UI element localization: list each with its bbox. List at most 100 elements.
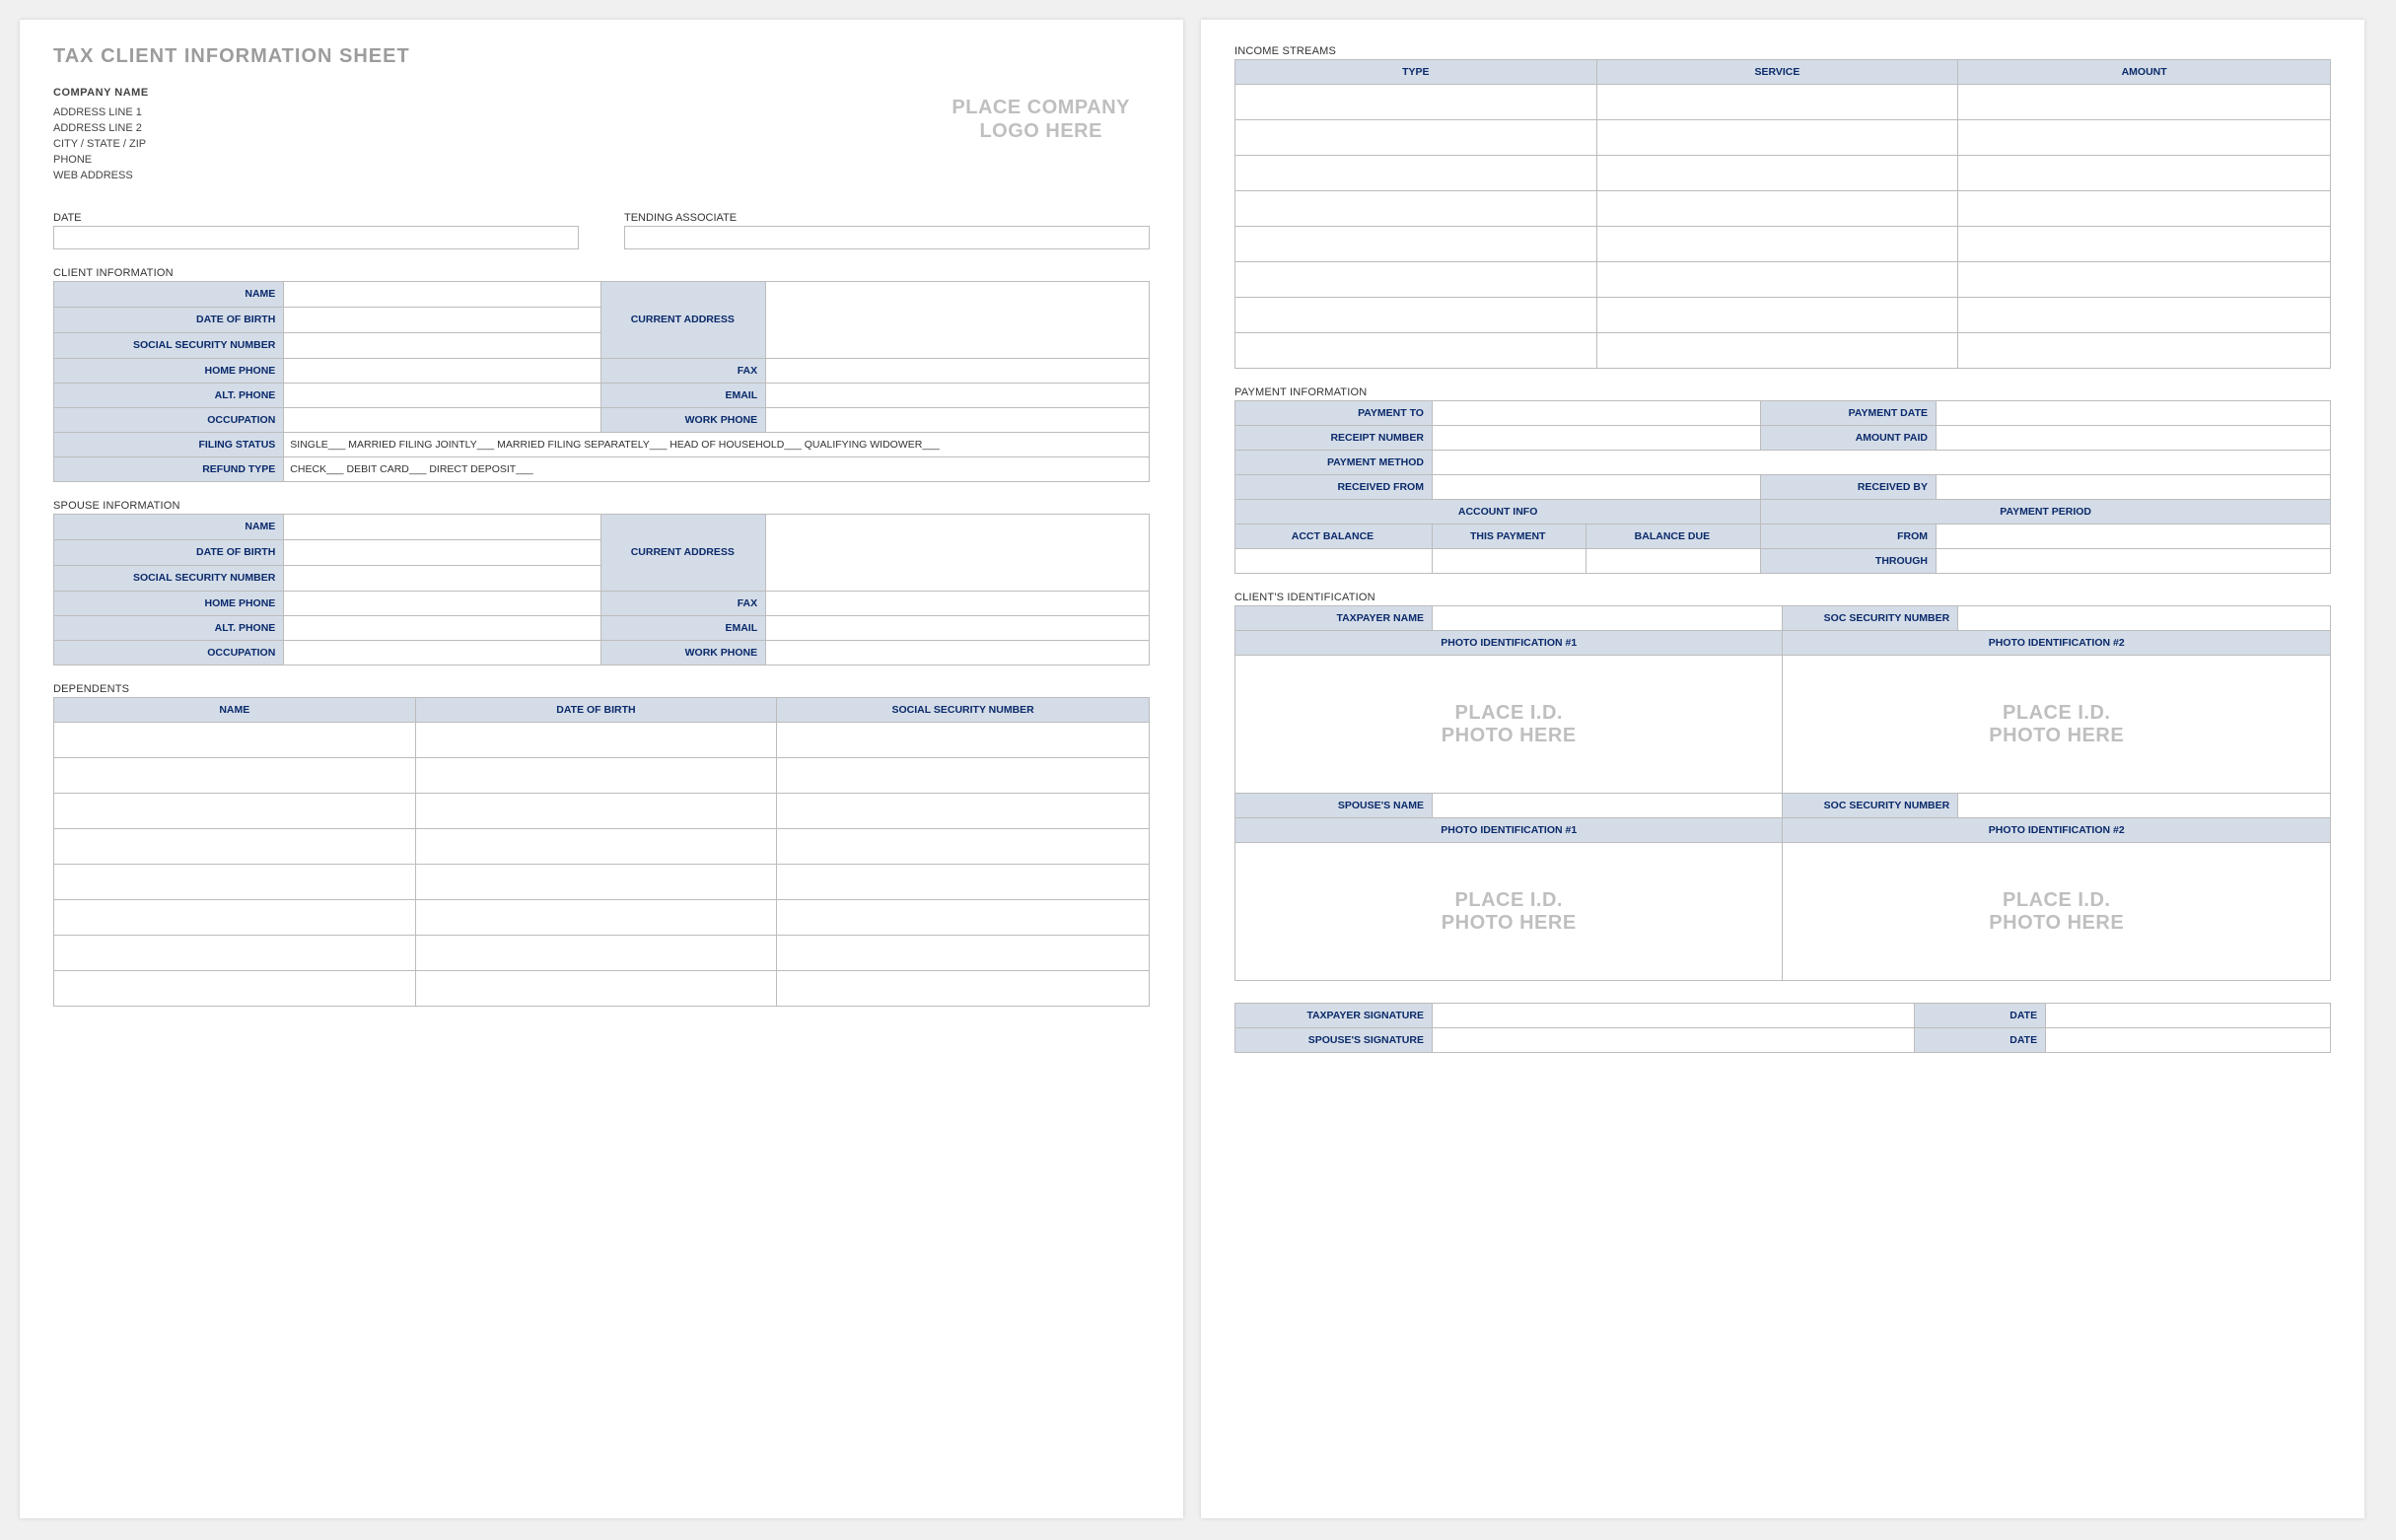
table-row xyxy=(54,757,1150,793)
taxpayer-name-input[interactable] xyxy=(1432,606,1783,631)
company-addr2: ADDRESS LINE 2 xyxy=(53,121,149,137)
filing-status-options[interactable]: SINGLE___ MARRIED FILING JOINTLY___ MARR… xyxy=(284,432,1150,456)
section-client-id: CLIENT'S IDENTIFICATION xyxy=(1234,592,2331,603)
spouse-fax-input[interactable] xyxy=(766,591,1150,615)
taxpayer-sig-date-input[interactable] xyxy=(2046,1004,2331,1028)
client-fax-label: FAX xyxy=(601,358,766,383)
refund-type-options[interactable]: CHECK___ DEBIT CARD___ DIRECT DEPOSIT___ xyxy=(284,456,1150,481)
received-by-input[interactable] xyxy=(1937,475,2331,500)
spouse-photo-id-2-placeholder[interactable]: PLACE I.D. PHOTO HERE xyxy=(1783,843,2331,981)
spouses-sig-date-label: DATE xyxy=(1914,1028,2045,1053)
receipt-number-label: RECEIPT NUMBER xyxy=(1235,426,1433,451)
spouse-dob-input[interactable] xyxy=(284,539,601,565)
taxpayer-signature-input[interactable] xyxy=(1432,1004,1914,1028)
spouse-alt-phone-label: ALT. PHONE xyxy=(54,615,284,640)
amount-paid-input[interactable] xyxy=(1937,426,2331,451)
company-web: WEB ADDRESS xyxy=(53,169,149,184)
balance-due-input[interactable] xyxy=(1586,549,1761,574)
client-ssn-label: SOCIAL SECURITY NUMBER xyxy=(54,332,284,358)
spouses-signature-label: SPOUSE'S SIGNATURE xyxy=(1235,1028,1433,1053)
client-email-input[interactable] xyxy=(766,383,1150,407)
spouse-alt-phone-input[interactable] xyxy=(284,615,601,640)
company-block: COMPANY NAME ADDRESS LINE 1 ADDRESS LINE… xyxy=(53,86,149,184)
dependents-header-name: NAME xyxy=(54,697,416,722)
income-streams-table: TYPE SERVICE AMOUNT xyxy=(1234,59,2331,369)
client-current-address-label: CURRENT ADDRESS xyxy=(601,281,766,358)
spouse-work-phone-input[interactable] xyxy=(766,640,1150,665)
receipt-number-input[interactable] xyxy=(1432,426,1760,451)
client-work-phone-input[interactable] xyxy=(766,407,1150,432)
taxpayer-photo-id-2-placeholder[interactable]: PLACE I.D. PHOTO HERE xyxy=(1783,656,2331,794)
payment-to-input[interactable] xyxy=(1432,401,1760,426)
tending-associate-input[interactable] xyxy=(624,226,1150,249)
client-name-input[interactable] xyxy=(284,281,601,307)
spouse-photo-id-2-header: PHOTO IDENTIFICATION #2 xyxy=(1783,818,2331,843)
spouse-name-input[interactable] xyxy=(284,514,601,539)
taxpayer-ssn-input[interactable] xyxy=(1958,606,2331,631)
table-row xyxy=(54,899,1150,935)
table-row xyxy=(1235,156,2331,191)
client-email-label: EMAIL xyxy=(601,383,766,407)
client-dob-label: DATE OF BIRTH xyxy=(54,307,284,332)
dependents-header-dob: DATE OF BIRTH xyxy=(415,697,777,722)
client-dob-input[interactable] xyxy=(284,307,601,332)
taxpayer-photo-id-1-placeholder[interactable]: PLACE I.D. PHOTO HERE xyxy=(1235,656,1783,794)
spouse-photo-id-1-placeholder[interactable]: PLACE I.D. PHOTO HERE xyxy=(1235,843,1783,981)
company-phone: PHONE xyxy=(53,153,149,169)
spouse-name-label: NAME xyxy=(54,514,284,539)
dependents-header-ssn: SOCIAL SECURITY NUMBER xyxy=(777,697,1150,722)
table-row xyxy=(1235,298,2331,333)
payment-date-label: PAYMENT DATE xyxy=(1761,401,1937,426)
spouse-ssn-id-label: SOC SECURITY NUMBER xyxy=(1783,794,1958,818)
document-title: TAX CLIENT INFORMATION SHEET xyxy=(53,45,1150,68)
table-row xyxy=(54,970,1150,1006)
table-row xyxy=(54,935,1150,970)
spouses-name-label: SPOUSE'S NAME xyxy=(1235,794,1433,818)
section-payment-info: PAYMENT INFORMATION xyxy=(1234,386,2331,398)
amount-paid-label: AMOUNT PAID xyxy=(1761,426,1937,451)
payment-period-header: PAYMENT PERIOD xyxy=(1761,500,2331,525)
this-payment-input[interactable] xyxy=(1432,549,1586,574)
from-input[interactable] xyxy=(1937,525,2331,549)
through-input[interactable] xyxy=(1937,549,2331,574)
spouses-sig-date-input[interactable] xyxy=(2046,1028,2331,1053)
payment-date-input[interactable] xyxy=(1937,401,2331,426)
payment-method-label: PAYMENT METHOD xyxy=(1235,451,1433,475)
received-from-input[interactable] xyxy=(1432,475,1760,500)
client-home-phone-input[interactable] xyxy=(284,358,601,383)
client-occupation-input[interactable] xyxy=(284,407,601,432)
spouses-signature-input[interactable] xyxy=(1432,1028,1914,1053)
income-header-type: TYPE xyxy=(1235,60,1597,85)
spouse-occupation-input[interactable] xyxy=(284,640,601,665)
client-alt-phone-input[interactable] xyxy=(284,383,601,407)
table-row xyxy=(54,793,1150,828)
spouse-work-phone-label: WORK PHONE xyxy=(601,640,766,665)
spouse-occupation-label: OCCUPATION xyxy=(54,640,284,665)
date-label: DATE xyxy=(53,212,579,224)
client-ssn-input[interactable] xyxy=(284,332,601,358)
date-input[interactable] xyxy=(53,226,579,249)
client-current-address-input[interactable] xyxy=(766,281,1150,358)
payment-method-input[interactable] xyxy=(1432,451,2330,475)
payment-info-table: PAYMENT TO PAYMENT DATE RECEIPT NUMBER A… xyxy=(1234,400,2331,574)
acct-balance-label: ACCT BALANCE xyxy=(1235,525,1433,549)
spouse-ssn-id-input[interactable] xyxy=(1958,794,2331,818)
spouse-home-phone-input[interactable] xyxy=(284,591,601,615)
spouse-current-address-input[interactable] xyxy=(766,514,1150,591)
payment-to-label: PAYMENT TO xyxy=(1235,401,1433,426)
spouse-ssn-input[interactable] xyxy=(284,565,601,591)
client-info-table: NAME CURRENT ADDRESS DATE OF BIRTH SOCIA… xyxy=(53,281,1150,482)
table-row xyxy=(1235,191,2331,227)
signature-table: TAXPAYER SIGNATURE DATE SPOUSE'S SIGNATU… xyxy=(1234,1003,2331,1053)
spouses-name-input[interactable] xyxy=(1432,794,1783,818)
spouse-email-input[interactable] xyxy=(766,615,1150,640)
logo-placeholder: PLACE COMPANY LOGO HERE xyxy=(951,96,1130,143)
table-row xyxy=(54,828,1150,864)
acct-balance-input[interactable] xyxy=(1235,549,1433,574)
spouse-email-label: EMAIL xyxy=(601,615,766,640)
client-fax-input[interactable] xyxy=(766,358,1150,383)
dependents-table: NAME DATE OF BIRTH SOCIAL SECURITY NUMBE… xyxy=(53,697,1150,1007)
tending-associate-label: TENDING ASSOCIATE xyxy=(624,212,1150,224)
taxpayer-name-label: TAXPAYER NAME xyxy=(1235,606,1433,631)
income-header-service: SERVICE xyxy=(1596,60,1958,85)
